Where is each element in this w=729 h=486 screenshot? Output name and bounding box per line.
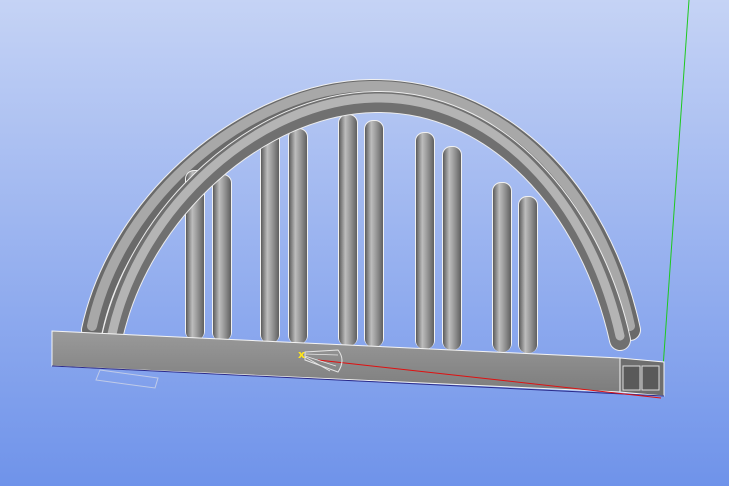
hanger-rod	[364, 120, 384, 347]
hanger-rod	[415, 132, 435, 349]
hanger-rod	[492, 182, 512, 352]
hanger-rod	[260, 124, 280, 343]
hanger-rod	[338, 114, 358, 346]
scene-canvas[interactable]: x	[0, 0, 729, 486]
hanger-rod	[288, 128, 308, 344]
hanger-rod	[518, 196, 538, 353]
3d-viewport[interactable]: x	[0, 0, 729, 486]
hanger-rod	[212, 174, 232, 341]
axis-marker-label: x	[298, 348, 305, 361]
hanger-rod	[442, 146, 462, 350]
